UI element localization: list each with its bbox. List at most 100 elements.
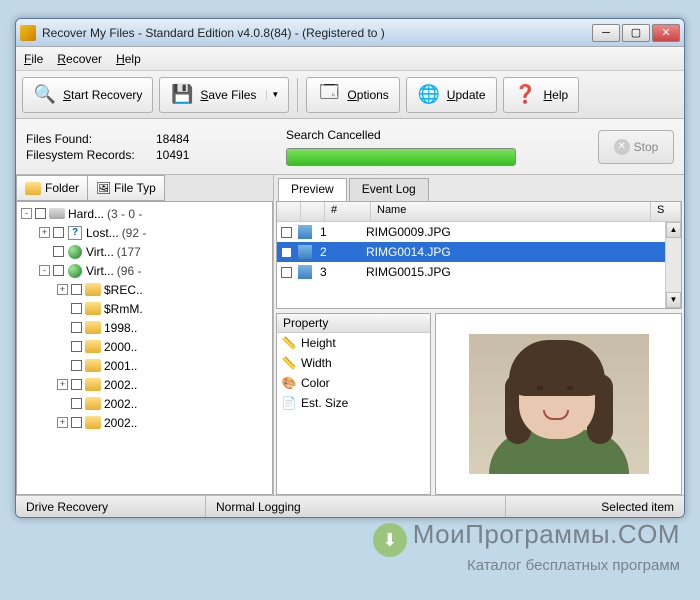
property-header[interactable]: Property <box>277 314 430 333</box>
property-row[interactable]: 🎨Color <box>277 373 430 393</box>
expand-icon[interactable]: + <box>39 227 50 238</box>
col-number[interactable]: # <box>325 202 371 221</box>
expand-icon[interactable]: - <box>39 265 50 276</box>
file-checkbox[interactable] <box>281 247 292 258</box>
minimize-button[interactable]: ─ <box>592 24 620 42</box>
save-files-button[interactable]: 💾 Save Files ▼ <box>159 77 289 113</box>
tree-row[interactable]: $RmM. <box>17 299 272 318</box>
tree-row[interactable]: 2001.. <box>17 356 272 375</box>
right-pane: Preview Event Log # Name S 1 RIMG0009.JP… <box>274 175 684 495</box>
tree-checkbox[interactable] <box>71 417 82 428</box>
tree-row[interactable]: + 2002.. <box>17 413 272 432</box>
tree-checkbox[interactable] <box>53 246 64 257</box>
maximize-button[interactable]: ▢ <box>622 24 650 42</box>
tree-row[interactable]: + 2002.. <box>17 375 272 394</box>
update-icon: 🌐 <box>417 83 441 107</box>
folder-icon <box>85 320 101 336</box>
file-row[interactable]: 3 RIMG0015.JPG <box>277 262 681 282</box>
scroll-down-icon[interactable]: ▼ <box>666 292 681 308</box>
col-s[interactable]: S <box>651 202 681 221</box>
tree-row[interactable]: Virt... (177 <box>17 242 272 261</box>
tree-checkbox[interactable] <box>71 360 82 371</box>
app-window: Recover My Files - Standard Edition v4.0… <box>15 18 685 518</box>
tree-row[interactable]: + ? Lost... (92 - <box>17 223 272 242</box>
property-row[interactable]: 📏Height <box>277 333 430 353</box>
tree-label: 2002.. <box>104 378 137 392</box>
titlebar[interactable]: Recover My Files - Standard Edition v4.0… <box>16 19 684 47</box>
file-num: 3 <box>314 265 360 279</box>
menu-help[interactable]: Help <box>116 52 141 66</box>
expand-icon[interactable] <box>57 360 68 371</box>
property-row[interactable]: 📏Width <box>277 353 430 373</box>
expand-icon[interactable]: + <box>57 417 68 428</box>
start-recovery-button[interactable]: 🔍 Start Recovery <box>22 77 153 113</box>
tree-suffix: (92 - <box>122 226 147 240</box>
property-icon: 📄 <box>281 395 297 411</box>
expand-icon[interactable]: + <box>57 284 68 295</box>
expand-icon[interactable] <box>57 322 68 333</box>
file-list-header[interactable]: # Name S <box>277 202 681 222</box>
col-name[interactable]: Name <box>371 202 651 221</box>
help-button[interactable]: ❓ Help <box>503 77 580 113</box>
close-button[interactable]: ✕ <box>652 24 680 42</box>
scrollbar-vertical[interactable]: ▲ ▼ <box>665 222 681 308</box>
file-row[interactable]: 2 RIMG0014.JPG <box>277 242 681 262</box>
file-num: 2 <box>314 245 360 259</box>
tree-checkbox[interactable] <box>71 341 82 352</box>
tree-checkbox[interactable] <box>71 303 82 314</box>
update-button[interactable]: 🌐 Update <box>406 77 497 113</box>
image-preview <box>435 313 682 495</box>
folder-icon <box>85 301 101 317</box>
file-checkbox[interactable] <box>281 227 292 238</box>
expand-icon[interactable]: + <box>57 379 68 390</box>
tree-checkbox[interactable] <box>35 208 46 219</box>
tree-row[interactable]: 1998.. <box>17 318 272 337</box>
save-dropdown-icon[interactable]: ▼ <box>266 90 278 99</box>
tree-checkbox[interactable] <box>71 322 82 333</box>
file-icon <box>298 225 312 239</box>
expand-icon[interactable] <box>57 303 68 314</box>
tree-checkbox[interactable] <box>71 398 82 409</box>
tree-checkbox[interactable] <box>71 284 82 295</box>
tree-label: Virt... <box>86 245 114 259</box>
expand-icon[interactable]: - <box>21 208 32 219</box>
toolbar: 🔍 Start Recovery 💾 Save Files ▼ 🗔 Option… <box>16 71 684 119</box>
tree-row[interactable]: 2000.. <box>17 337 272 356</box>
property-row[interactable]: 📄Est. Size <box>277 393 430 413</box>
globe-icon <box>67 263 83 279</box>
tree-row[interactable]: - Hard... (3 - 0 - <box>17 204 272 223</box>
folder-tree[interactable]: - Hard... (3 - 0 -+ ? Lost... (92 - Virt… <box>16 201 273 495</box>
tree-row[interactable]: 2002.. <box>17 394 272 413</box>
property-pane: Property 📏Height📏Width🎨Color📄Est. Size <box>276 313 431 495</box>
tree-checkbox[interactable] <box>53 227 64 238</box>
scroll-up-icon[interactable]: ▲ <box>666 222 681 238</box>
tab-filetype[interactable]: 🖼 File Typ <box>87 175 165 201</box>
tree-row[interactable]: - Virt... (96 - <box>17 261 272 280</box>
expand-icon[interactable] <box>57 341 68 352</box>
statusbar-mid: Normal Logging <box>206 496 506 517</box>
property-icon: 🎨 <box>281 375 297 391</box>
expand-icon[interactable] <box>57 398 68 409</box>
tree-suffix: (3 - 0 - <box>107 207 142 221</box>
preview-photo <box>469 334 649 474</box>
file-row[interactable]: 1 RIMG0009.JPG <box>277 222 681 242</box>
file-checkbox[interactable] <box>281 267 292 278</box>
expand-icon[interactable] <box>39 246 50 257</box>
help-icon: ❓ <box>514 83 538 107</box>
property-icon: 📏 <box>281 355 297 371</box>
folder-icon <box>85 358 101 374</box>
stop-button[interactable]: ✕ Stop <box>598 130 674 164</box>
menubar: File Recover Help <box>16 47 684 71</box>
menu-recover[interactable]: Recover <box>57 52 102 66</box>
tree-checkbox[interactable] <box>53 265 64 276</box>
tab-folder[interactable]: Folder <box>16 175 88 201</box>
menu-file[interactable]: File <box>24 52 43 66</box>
search-icon: 🔍 <box>33 83 57 107</box>
tree-row[interactable]: + $REC.. <box>17 280 272 299</box>
tree-checkbox[interactable] <box>71 379 82 390</box>
tree-label: 2000.. <box>104 340 137 354</box>
tab-preview[interactable]: Preview <box>278 178 347 201</box>
file-list[interactable]: # Name S 1 RIMG0009.JPG 2 RIMG0014.JPG 3… <box>276 201 682 309</box>
tab-eventlog[interactable]: Event Log <box>349 178 429 201</box>
options-button[interactable]: 🗔 Options <box>306 77 399 113</box>
